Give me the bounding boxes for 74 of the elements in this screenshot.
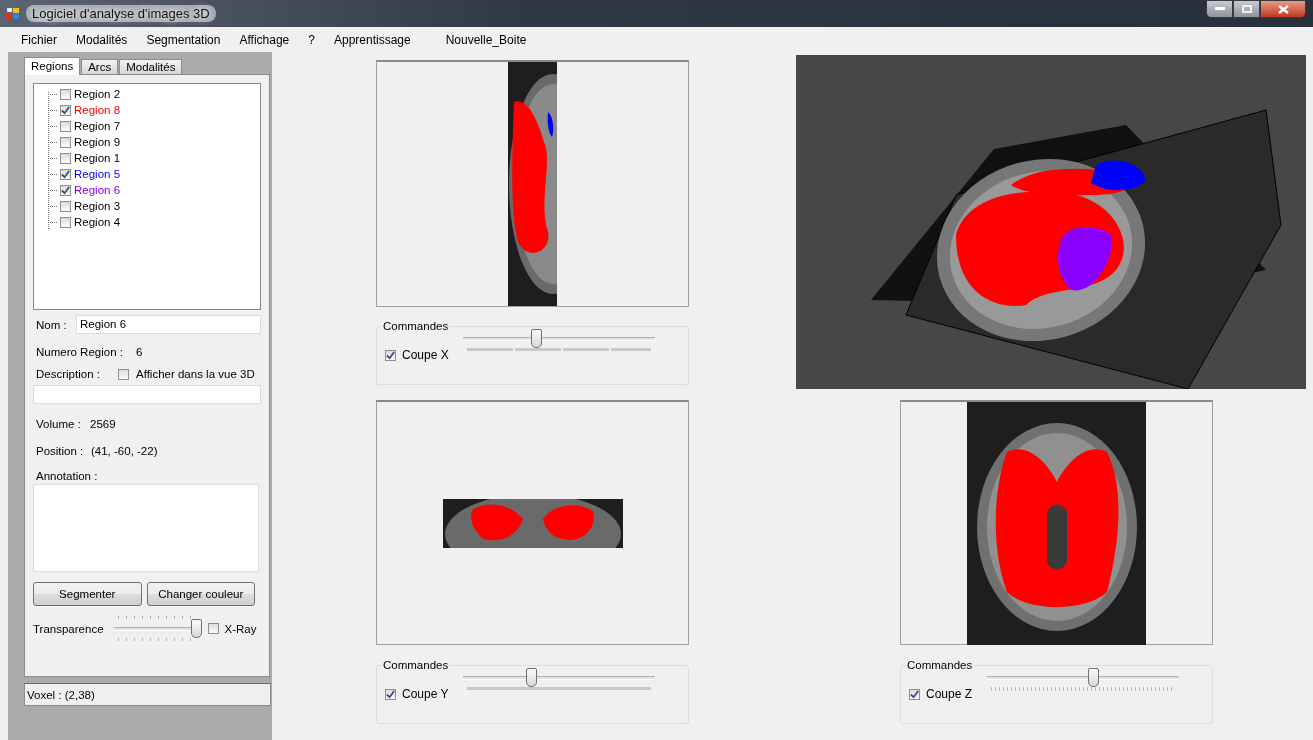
close-button[interactable] — [1260, 0, 1306, 18]
region-checkbox[interactable] — [60, 216, 71, 228]
show-3d-label: Afficher dans la vue 3D — [136, 368, 255, 380]
name-label: Nom : — [36, 318, 68, 331]
annotation-field[interactable] — [33, 484, 259, 572]
slice-label: Coupe X — [402, 348, 449, 362]
region-checkbox[interactable] — [60, 104, 71, 116]
slice-checkbox[interactable] — [385, 688, 396, 700]
close-icon — [1277, 4, 1289, 14]
region-label[interactable]: Region 5 — [74, 168, 121, 180]
position-label: Position : — [36, 445, 85, 457]
action-button[interactable]: Changer couleur — [146, 582, 255, 606]
slider[interactable] — [113, 619, 202, 638]
menu-item[interactable]: ? — [301, 32, 322, 47]
region-label[interactable]: Region 8 — [74, 104, 121, 116]
name-field[interactable]: Region 6 — [76, 315, 261, 334]
region-label[interactable]: Region 6 — [74, 184, 121, 196]
region-checkbox[interactable] — [60, 88, 71, 100]
menu-item[interactable]: Modalités — [69, 32, 135, 47]
slice-label: Coupe Y — [402, 687, 449, 701]
slice-label: Coupe Z — [926, 687, 973, 701]
description-field[interactable] — [33, 385, 261, 404]
tab[interactable]: Modalités — [119, 59, 183, 74]
status-bar: Voxel : (2,38) — [24, 683, 271, 706]
slider-thumb[interactable] — [526, 668, 538, 687]
menu-item[interactable]: Affichage — [232, 32, 297, 47]
action-button[interactable]: Segmenter — [33, 582, 142, 606]
group-label: Commandes — [382, 659, 450, 671]
tab[interactable]: Regions — [24, 57, 81, 75]
region-label[interactable]: Region 1 — [74, 152, 121, 164]
slice-view[interactable] — [900, 400, 1213, 645]
transparency-label: Transparence — [33, 622, 104, 635]
menu-item[interactable]: Nouvelle_Boite — [438, 32, 534, 47]
xray-checkbox[interactable] — [207, 623, 219, 634]
region-label[interactable]: Region 3 — [74, 200, 121, 212]
volume-value: 2569 — [90, 418, 116, 430]
slider-thumb[interactable] — [1087, 668, 1099, 687]
region-checkbox[interactable] — [60, 120, 71, 132]
region-label[interactable]: Region 7 — [74, 120, 121, 132]
slice-checkbox[interactable] — [385, 349, 396, 361]
region-checkbox[interactable] — [60, 184, 71, 196]
volume-label: Volume : — [36, 418, 82, 430]
menu-item[interactable]: Apprentissage — [326, 32, 418, 47]
xray-label: X-Ray — [224, 622, 257, 635]
region-number-value: 6 — [136, 346, 143, 358]
region-label[interactable]: Region 2 — [74, 88, 121, 100]
maximize-button[interactable] — [1233, 0, 1260, 18]
region-checkbox[interactable] — [60, 152, 71, 164]
show-3d-checkbox[interactable] — [118, 368, 129, 380]
annotation-label: Annotation : — [36, 470, 98, 482]
group-label: Commandes — [382, 320, 450, 332]
slider[interactable] — [463, 668, 655, 687]
slider[interactable] — [987, 668, 1179, 687]
minimize-icon — [1214, 7, 1225, 11]
app-icon — [6, 6, 20, 21]
slider-thumb[interactable] — [190, 619, 202, 638]
region-checkbox[interactable] — [60, 168, 71, 180]
region-label[interactable]: Region 9 — [74, 136, 121, 148]
group-label: Commandes — [906, 659, 974, 671]
region-label[interactable]: Region 4 — [74, 216, 121, 228]
menu-item[interactable]: Fichier — [14, 32, 64, 47]
slice-checkbox[interactable] — [909, 688, 920, 700]
description-label: Description : — [36, 368, 101, 380]
tab[interactable]: Arcs — [81, 59, 119, 74]
slider[interactable] — [463, 329, 655, 348]
slice-view[interactable] — [376, 60, 689, 307]
position-value: (41, -60, -22) — [91, 445, 158, 457]
slider-thumb[interactable] — [530, 329, 542, 348]
maximize-icon — [1241, 5, 1252, 13]
region-number-label: Numero Region : — [36, 346, 124, 358]
minimize-button[interactable] — [1206, 0, 1233, 18]
region-checkbox[interactable] — [60, 136, 71, 148]
region-checkbox[interactable] — [60, 200, 71, 212]
menu-item[interactable]: Segmentation — [139, 32, 228, 47]
